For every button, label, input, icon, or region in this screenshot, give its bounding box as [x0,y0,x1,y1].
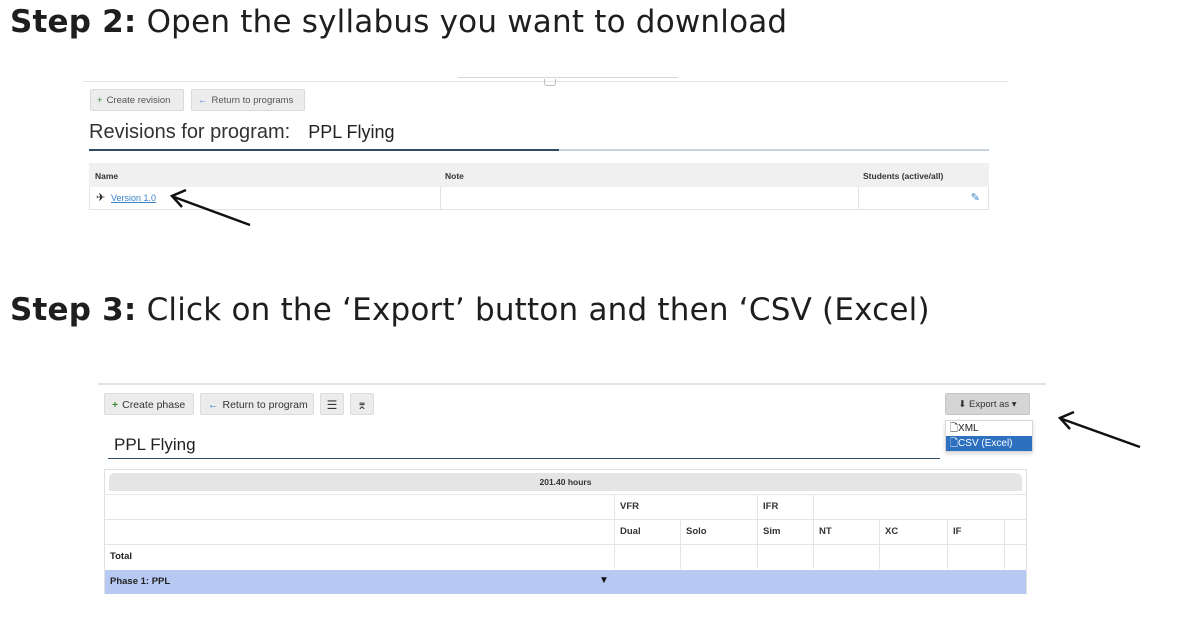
return-to-program-button[interactable]: ← Return to program [200,393,314,415]
caret-down-icon[interactable]: ▼ [599,575,609,586]
pencil-icon[interactable]: ✎ [971,191,980,204]
page-title: Revisions for program: PPL Flying [89,121,395,144]
solo-header: Solo [680,520,757,544]
program-screenshot: + Create phase ← Return to program ☰ ⌆ ⬇ E… [98,383,1046,598]
table-group-header: VFR IFR [105,494,1026,519]
csv-label: CSV (Excel) [958,438,1013,449]
step-3-heading: Step 3: Click on the ‘Export’ button and… [10,292,930,328]
page-title: PPL Flying [114,435,196,454]
phase-row[interactable]: Phase 1: PPL ▼ [105,570,1026,594]
tree-view-button[interactable]: ⌆ [350,393,374,415]
empty-header [1004,520,1026,544]
plus-icon: + [97,95,103,106]
ifr-header: IFR [757,495,813,519]
download-icon: ⬇ [958,399,967,410]
divider [458,77,678,78]
table-sub-header: Dual Solo Sim NT XC IF [105,519,1026,544]
plus-icon: + [112,399,119,411]
create-phase-label: Create phase [122,399,186,411]
create-revision-button[interactable]: + Create revision [90,89,184,111]
pointer-arrow [1057,410,1141,449]
column-note: Note [445,171,464,181]
list-icon: ☰ [326,398,338,412]
title-label: Revisions for program: [89,121,291,143]
step-2-label: Step 2: [10,4,137,40]
total-label: Total [110,551,132,562]
column-students: Students (active/all) [863,171,944,181]
create-revision-label: Create revision [106,95,171,106]
return-to-programs-label: Return to programs [211,95,294,106]
table-row: Total [105,544,1026,569]
collapse-handle[interactable] [544,79,556,86]
program-name: PPL Flying [308,122,395,142]
file-icon: 🗋 [950,438,959,449]
hours-table: 201.40 hours VFR IFR Dual Solo Sim NT XC… [104,469,1027,594]
xml-label: XML [958,423,979,434]
step-3-text: Click on the ‘Export’ button and then ‘C… [136,292,930,328]
title-underline [108,458,940,459]
title-underline [89,149,989,151]
export-dropdown: 🗋XML 🗋CSV (Excel) [945,420,1033,452]
xc-header: XC [879,520,947,544]
table-header: Name Note Students (active/all) [89,163,989,187]
dual-header: Dual [614,520,680,544]
arrow-left-icon: ← [208,399,219,411]
nt-header: NT [813,520,879,544]
if-header: IF [947,520,1004,544]
divider [98,383,1046,385]
return-to-programs-button[interactable]: ← Return to programs [191,89,305,111]
hierarchy-icon: ⌆ [356,398,368,412]
export-as-label: Export as [969,399,1010,410]
version-link[interactable]: Version 1.0 [111,193,156,203]
pointer-arrow [169,188,251,227]
arrow-left-icon: ← [198,95,208,106]
caret-down-icon: ▾ [1011,399,1017,410]
column-name: Name [95,171,119,181]
step-3-label: Step 3: [10,292,137,328]
plane-icon: ✈ [96,192,106,204]
list-view-button[interactable]: ☰ [320,393,344,415]
total-hours: 201.40 hours [109,473,1022,491]
export-as-button[interactable]: ⬇ Export as ▾ [945,393,1030,415]
create-phase-button[interactable]: + Create phase [104,393,194,415]
phase-label: Phase 1: PPL [110,576,171,587]
export-csv-option[interactable]: 🗋CSV (Excel) [946,436,1032,451]
sim-header: Sim [757,520,813,544]
step-2-text: Open the syllabus you want to download [136,4,788,40]
return-to-program-label: Return to program [222,399,308,411]
step-2-heading: Step 2: Open the syllabus you want to do… [10,4,787,40]
export-xml-option[interactable]: 🗋XML [946,421,1032,436]
file-icon: 🗋 [950,423,959,434]
empty-header [813,495,1026,519]
vfr-header: VFR [614,495,757,519]
